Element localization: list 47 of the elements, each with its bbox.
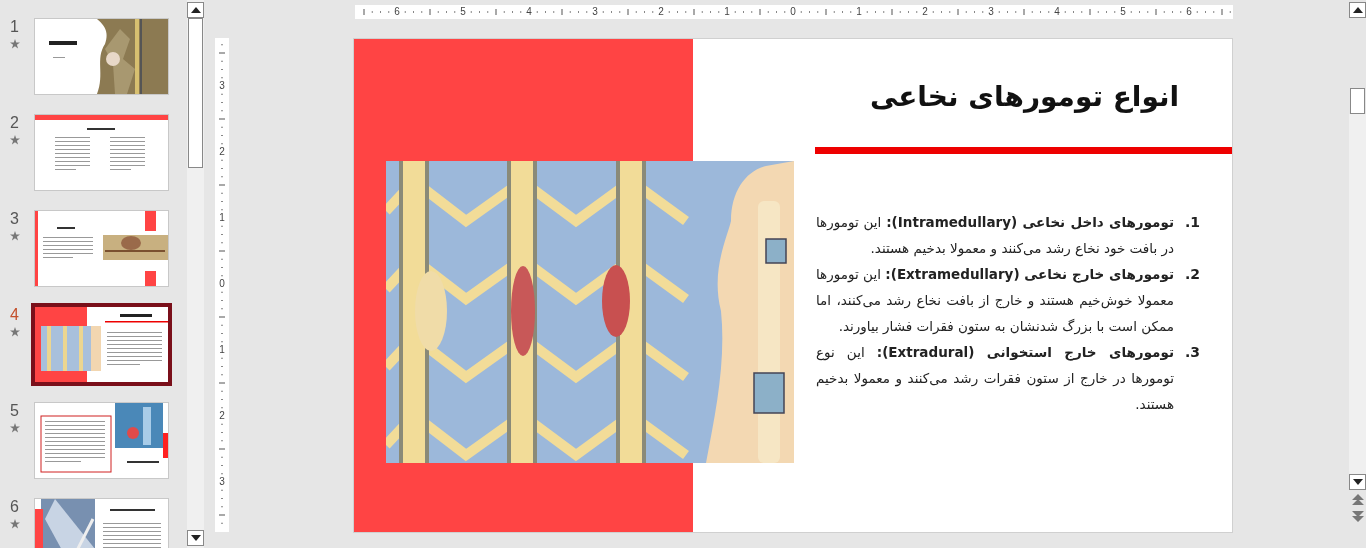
slide-number: 4 (10, 306, 20, 324)
ruler-number: 2 (217, 410, 227, 422)
list-text: تومورهای خارج استخوانی (Extradural): این نوع تومورها در خارج از ستون فقرات رشد می‌کنند و معمولا بدخیم هستند. (816, 343, 1174, 414)
ruler-number: 1 (854, 6, 864, 18)
ruler-number: 5 (1118, 6, 1128, 18)
ruler-number: 4 (524, 6, 534, 18)
slide-thumbnail[interactable] (31, 303, 172, 386)
slide-number: 2 (10, 114, 20, 132)
list-number: 1. (1183, 213, 1200, 232)
slide-number: 1 (10, 18, 20, 36)
down-arrow-icon (190, 535, 201, 541)
ruler-number: 3 (590, 6, 600, 18)
ruler-number: 6 (392, 6, 402, 18)
slide-number: 3 (10, 210, 20, 228)
ruler-number: 4 (1052, 6, 1062, 18)
next-slide-icon[interactable] (1351, 510, 1364, 522)
ruler-number: 2 (920, 6, 930, 18)
ruler-number: 1 (217, 344, 227, 356)
up-arrow-icon (1352, 7, 1363, 13)
slide-number: 6 (10, 498, 20, 516)
scrollbar[interactable] (187, 0, 204, 548)
scroll-thumb[interactable] (188, 18, 203, 168)
up-arrow-icon (190, 7, 201, 13)
list-text: تومورهای داخل نخاعی (Intramedullary): این تومورها در بافت خود نخاع رشد می‌کنند و معمولا بدخیم هستند. (816, 213, 1174, 259)
ruler-number: 1 (722, 6, 732, 18)
previous-slide-icon[interactable] (1351, 494, 1364, 506)
scroll-up-button[interactable] (187, 2, 204, 18)
ruler-number: 3 (217, 476, 227, 488)
list-text: تومورهای خارج نخاعی (Extramedullary): این تومورها معمولا خوش‌خیم هستند و خارج از بافت نخاع رشد می‌کنند، اما ممکن است با بزرگ شدنشان به ستون فقرات فشار بیاورند. (816, 265, 1174, 337)
ruler-number: 6 (1184, 6, 1194, 18)
slide-title: انواع تومورهای نخاعی (868, 79, 1181, 115)
list-number: 2. (1183, 265, 1200, 284)
list-number: 3. (1183, 343, 1200, 362)
slide-number: 5 (10, 402, 20, 420)
ruler-number: 0 (788, 6, 798, 18)
ruler-number: 2 (656, 6, 666, 18)
scroll-down-button[interactable] (1349, 474, 1366, 490)
ruler-number: 3 (217, 80, 227, 92)
ruler-number: 0 (217, 278, 227, 290)
scroll-up-button[interactable] (1349, 2, 1366, 18)
scroll-down-button[interactable] (187, 530, 204, 546)
ruler-number: 2 (217, 146, 227, 158)
down-arrow-icon (1352, 479, 1363, 485)
ruler-number: 5 (458, 6, 468, 18)
scroll-thumb[interactable] (1350, 88, 1365, 114)
ruler-number: 3 (986, 6, 996, 18)
ruler-number: 1 (217, 212, 227, 224)
